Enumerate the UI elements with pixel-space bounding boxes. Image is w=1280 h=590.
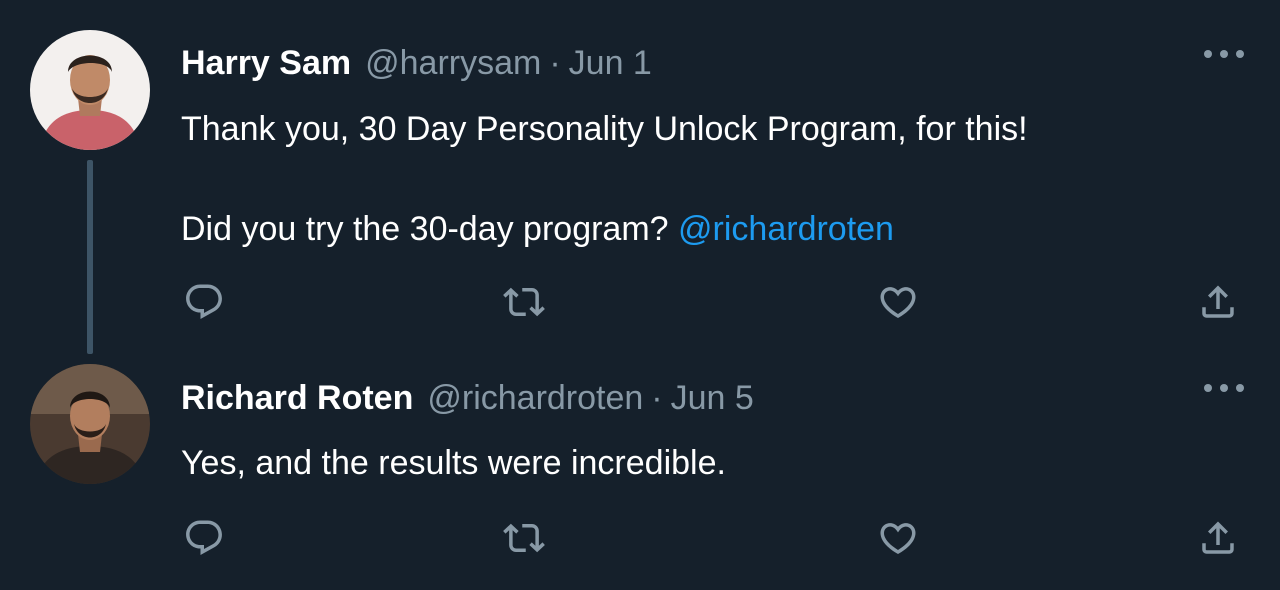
like-icon (880, 523, 916, 555)
avatar[interactable] (30, 30, 150, 150)
share-button[interactable] (1196, 280, 1240, 324)
tweet-text-segment: Did you try the 30-day program? (181, 210, 669, 248)
reply-icon (186, 520, 222, 555)
like-button[interactable] (876, 280, 920, 324)
retweet-icon (503, 523, 545, 553)
more-dot (1220, 384, 1228, 392)
like-icon (880, 287, 916, 319)
tweet-text: Thank you, 30 Day Personality Unlock Pro… (181, 104, 1028, 254)
reply-button[interactable] (182, 516, 226, 560)
more-options-icon[interactable] (1204, 44, 1244, 64)
tweet-text: Yes, and the results were incredible. (181, 438, 726, 488)
more-dot (1236, 50, 1244, 58)
tweet-actions (0, 280, 1280, 324)
more-dot (1204, 50, 1212, 58)
share-icon (1202, 285, 1234, 318)
avatar-image (30, 364, 150, 484)
retweet-button[interactable] (502, 280, 546, 324)
mention-link[interactable]: @richardroten (678, 210, 894, 248)
tweet-thread: Harry Sam @harrysam · Jun 1 Thank you, 30 D… (0, 0, 1280, 590)
display-name[interactable]: Richard Roten (181, 379, 413, 417)
separator-dot: · (549, 44, 561, 82)
more-dot (1236, 384, 1244, 392)
thread-connector-line (87, 160, 93, 354)
retweet-icon (503, 287, 545, 317)
avatar-image (30, 30, 150, 150)
tweet-header: Richard Roten @richardroten · Jun 5 (181, 378, 754, 418)
separator-dot: · (651, 379, 663, 417)
tweet-date[interactable]: Jun 5 (671, 379, 754, 417)
tweet-header: Harry Sam @harrysam · Jun 1 (181, 43, 652, 83)
reply-button[interactable] (182, 280, 226, 324)
tweet-text-line: Thank you, 30 Day Personality Unlock Pro… (181, 110, 1028, 148)
share-button[interactable] (1196, 516, 1240, 560)
share-icon (1202, 521, 1234, 554)
more-dot (1204, 384, 1212, 392)
reply-icon (186, 284, 222, 319)
more-options-icon[interactable] (1204, 378, 1244, 398)
tweet-date[interactable]: Jun 1 (569, 44, 652, 82)
like-button[interactable] (876, 516, 920, 560)
tweet[interactable]: Harry Sam @harrysam · Jun 1 Thank you, 30 D… (0, 0, 1280, 354)
more-dot (1220, 50, 1228, 58)
avatar[interactable] (30, 364, 150, 484)
user-handle[interactable]: @richardroten (427, 379, 643, 417)
tweet[interactable]: Richard Roten @richardroten · Jun 5 Yes, an… (0, 350, 1280, 590)
display-name[interactable]: Harry Sam (181, 44, 351, 82)
tweet-text-line: Did you try the 30-day program? @richard… (181, 204, 1028, 254)
retweet-button[interactable] (502, 516, 546, 560)
tweet-actions (0, 516, 1280, 560)
tweet-text-line: Yes, and the results were incredible. (181, 444, 726, 482)
user-handle[interactable]: @harrysam (365, 44, 541, 82)
